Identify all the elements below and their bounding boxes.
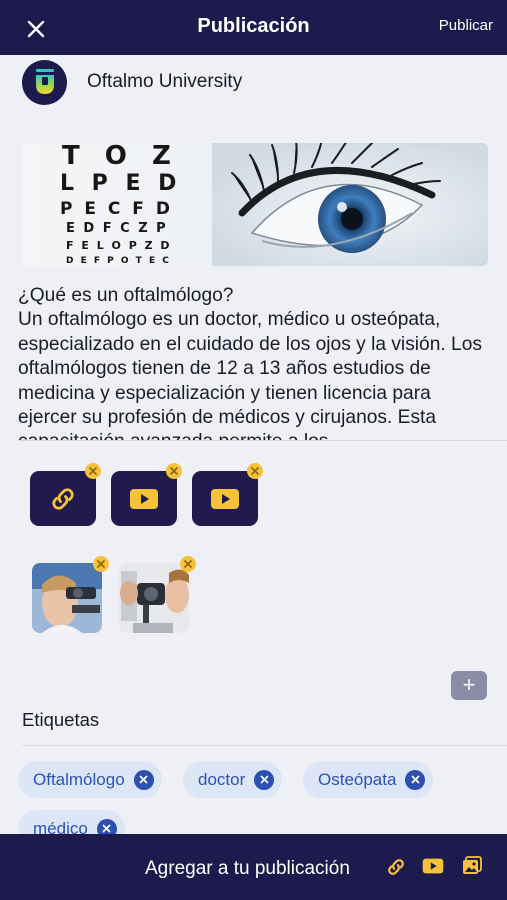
link-attachment[interactable] — [30, 471, 96, 526]
eye-chart-row: L P E D — [60, 171, 182, 196]
remove-attachment-button[interactable] — [85, 463, 101, 479]
image-thumbnail-eye-exam[interactable] — [32, 563, 102, 633]
close-icon — [411, 775, 420, 784]
eye-chart-row: P E C F D — [60, 199, 173, 219]
link-icon — [388, 859, 404, 875]
brand-logo-icon — [35, 69, 54, 94]
eye-chart-row: F E L O P Z D — [66, 239, 172, 252]
slit-lamp-photo — [119, 563, 189, 633]
play-icon — [211, 488, 239, 509]
tag-chip[interactable]: doctor — [183, 761, 283, 798]
publish-button[interactable]: Publicar — [439, 17, 493, 34]
video-attachment[interactable] — [111, 471, 177, 526]
divider — [22, 745, 507, 746]
remove-attachment-button[interactable] — [247, 463, 263, 479]
top-bar: Publicación Publicar — [0, 0, 507, 55]
close-icon — [170, 467, 178, 475]
close-button[interactable] — [22, 14, 50, 42]
close-icon — [251, 467, 259, 475]
close-icon — [97, 560, 105, 568]
image-thumbnail-slit-lamp[interactable] — [119, 563, 189, 633]
author-name: Oftalmo University — [87, 71, 243, 92]
remove-tag-button[interactable] — [254, 769, 275, 790]
close-icon — [260, 775, 269, 784]
add-link-button[interactable] — [385, 856, 407, 883]
page-title: Publicación — [197, 15, 310, 37]
link-icon — [52, 487, 74, 510]
eye-exam-photo — [32, 563, 102, 633]
eye-illustration — [212, 143, 488, 266]
close-icon — [184, 560, 192, 568]
post-body-text[interactable]: ¿Qué es un oftalmólogo? Un oftalmólogo e… — [18, 284, 494, 440]
divider — [18, 440, 507, 441]
close-icon — [102, 824, 111, 833]
close-icon — [27, 20, 45, 38]
close-icon — [139, 775, 148, 784]
add-to-post-label: Agregar a tu publicación — [145, 858, 350, 879]
tag-label: Osteópata — [318, 769, 397, 789]
video-attachment[interactable] — [192, 471, 258, 526]
add-media-button[interactable]: + — [451, 671, 487, 700]
remove-tag-button[interactable] — [133, 769, 154, 790]
remove-attachment-button[interactable] — [166, 463, 182, 479]
avatar[interactable] — [22, 59, 67, 105]
close-icon — [89, 467, 97, 475]
eye-chart-row: E D F C Z P — [66, 221, 168, 236]
tag-label: doctor — [198, 769, 246, 789]
play-icon — [130, 488, 158, 509]
remove-image-button[interactable] — [180, 556, 196, 572]
eye-chart-row: D E F P O T E C — [66, 256, 171, 266]
author-row: Oftalmo University — [22, 59, 242, 105]
tag-chip[interactable]: Osteópata — [303, 761, 434, 798]
remove-tag-button[interactable] — [405, 769, 426, 790]
tags-heading: Etiquetas — [22, 709, 100, 730]
play-icon — [422, 858, 444, 874]
tag-label: Oftalmólogo — [33, 769, 125, 789]
remove-image-button[interactable] — [93, 556, 109, 572]
eye-chart-row: T O Z — [62, 143, 179, 171]
bottom-action-bar: Agregar a tu publicación — [0, 834, 507, 900]
tag-chip[interactable]: Oftalmólogo — [18, 761, 162, 798]
add-image-button[interactable] — [462, 856, 482, 881]
add-video-button[interactable] — [422, 856, 444, 881]
post-banner-image[interactable]: T O Z L P E D P E C F D E D F C Z P F E … — [22, 143, 488, 266]
gallery-icon — [463, 856, 482, 874]
